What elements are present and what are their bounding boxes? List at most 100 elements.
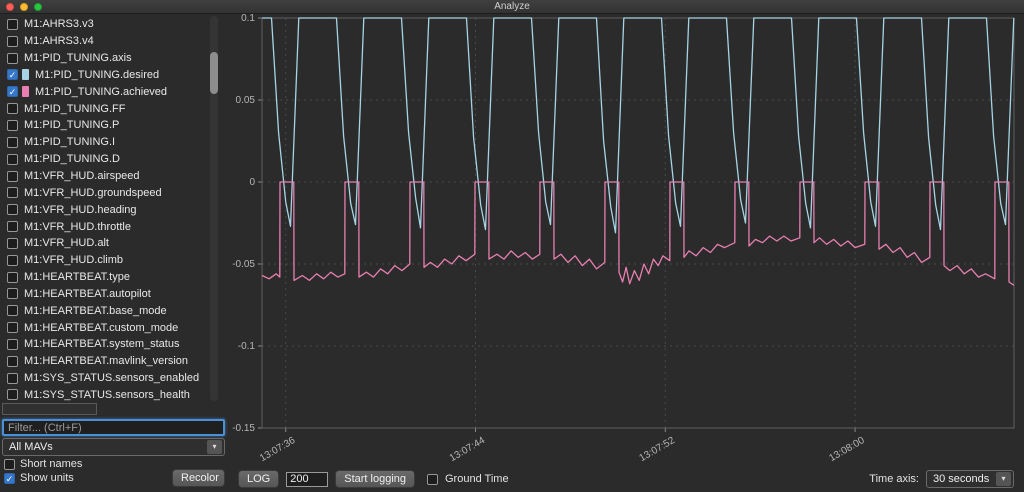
mav-selector-value: All MAVs bbox=[9, 441, 53, 453]
param-row[interactable]: M1:HEARTBEAT.type bbox=[2, 269, 208, 286]
param-row[interactable]: M1:PID_TUNING.I bbox=[2, 134, 208, 151]
series-line bbox=[262, 17, 1015, 234]
series-color-swatch bbox=[22, 86, 29, 98]
param-checkbox[interactable] bbox=[7, 372, 18, 384]
param-checkbox[interactable] bbox=[7, 271, 18, 283]
window-title: Analyze bbox=[494, 1, 530, 12]
param-row[interactable]: M1:VFR_HUD.airspeed bbox=[2, 168, 208, 185]
parameter-list[interactable]: M1:AHRS3.v3 M1:AHRS3.v4 M1:PID_TUNING.axis… bbox=[2, 16, 208, 401]
start-logging-button[interactable]: Start logging bbox=[335, 470, 415, 488]
param-row[interactable]: M1:PID_TUNING.FF bbox=[2, 100, 208, 117]
svg-text:-0.05: -0.05 bbox=[232, 259, 255, 270]
param-checkbox[interactable]: ✓ bbox=[7, 69, 18, 81]
show-units-label: Show units bbox=[20, 472, 74, 484]
param-row[interactable]: M1:HEARTBEAT.system_status bbox=[2, 336, 208, 353]
param-label: M1:VFR_HUD.airspeed bbox=[24, 170, 140, 183]
short-names-option[interactable]: Short names bbox=[4, 458, 82, 470]
parameter-panel: M1:AHRS3.v3 M1:AHRS3.v4 M1:PID_TUNING.axis… bbox=[0, 14, 232, 492]
param-checkbox[interactable] bbox=[7, 153, 18, 165]
param-row[interactable]: M1:AHRS3.v4 bbox=[2, 33, 208, 50]
param-checkbox[interactable] bbox=[7, 305, 18, 317]
show-units-checkbox[interactable]: ✓ bbox=[4, 472, 15, 484]
param-checkbox[interactable] bbox=[7, 187, 18, 199]
param-row[interactable]: M1:PID_TUNING.P bbox=[2, 117, 208, 134]
log-button[interactable]: LOG bbox=[238, 470, 280, 488]
filter-input[interactable] bbox=[2, 419, 225, 436]
param-row[interactable]: M1:SYS_STATUS.sensors_enabled bbox=[2, 370, 208, 387]
series-color-swatch bbox=[22, 69, 29, 81]
param-label: M1:PID_TUNING.axis bbox=[24, 52, 132, 65]
param-label: M1:VFR_HUD.climb bbox=[24, 254, 124, 267]
log-count-input[interactable] bbox=[286, 471, 329, 487]
short-names-label: Short names bbox=[20, 458, 83, 470]
svg-text:13:07:36: 13:07:36 bbox=[258, 435, 298, 464]
param-row[interactable]: M1:AHRS3.v3 bbox=[2, 16, 208, 33]
svg-text:13:07:52: 13:07:52 bbox=[638, 435, 678, 464]
series-line bbox=[261, 181, 1015, 286]
ground-time-label: Ground Time bbox=[445, 473, 509, 485]
param-checkbox[interactable] bbox=[7, 288, 18, 300]
chevron-down-icon: ▾ bbox=[996, 472, 1011, 486]
param-checkbox[interactable] bbox=[7, 322, 18, 334]
scrollbar-thumb[interactable] bbox=[210, 52, 218, 94]
chevron-down-icon: ▾ bbox=[207, 440, 222, 454]
param-row[interactable]: M1:PID_TUNING.D bbox=[2, 151, 208, 168]
param-checkbox[interactable]: ✓ bbox=[7, 86, 18, 98]
title-bar[interactable]: Analyze bbox=[0, 0, 1024, 14]
param-label: M1:VFR_HUD.groundspeed bbox=[24, 186, 162, 199]
param-label: M1:SYS_STATUS.sensors_enabled bbox=[24, 372, 200, 385]
param-row[interactable]: M1:HEARTBEAT.mavlink_version bbox=[2, 353, 208, 370]
chart-area: 0.1 0.05 0 -0.05 -0.1 -0.15 13:07:36 13:07:44 13… bbox=[232, 13, 1024, 492]
param-label: M1:PID_TUNING.desired bbox=[35, 68, 160, 81]
param-checkbox[interactable] bbox=[7, 103, 18, 115]
param-row[interactable]: M1:HEARTBEAT.base_mode bbox=[2, 302, 208, 319]
param-label: M1:HEARTBEAT.base_mode bbox=[24, 304, 167, 317]
short-names-checkbox[interactable] bbox=[4, 458, 15, 470]
param-row[interactable]: M1:HEARTBEAT.autopilot bbox=[2, 286, 208, 303]
svg-text:0.1: 0.1 bbox=[241, 13, 255, 24]
param-row[interactable]: M1:VFR_HUD.groundspeed bbox=[2, 184, 208, 201]
param-label: M1:HEARTBEAT.system_status bbox=[24, 338, 180, 351]
param-label: M1:VFR_HUD.alt bbox=[24, 237, 109, 250]
time-axis-label: Time axis: bbox=[869, 473, 919, 485]
param-checkbox[interactable] bbox=[7, 18, 18, 30]
param-checkbox[interactable] bbox=[7, 254, 18, 266]
show-units-option[interactable]: ✓ Show units bbox=[4, 472, 74, 484]
param-checkbox[interactable] bbox=[7, 237, 18, 249]
param-row[interactable]: M1:SYS_STATUS.sensors_health bbox=[2, 387, 208, 401]
param-row[interactable]: M1:VFR_HUD.throttle bbox=[2, 218, 208, 235]
param-row[interactable]: M1:PID_TUNING.axis bbox=[2, 50, 208, 67]
param-checkbox[interactable] bbox=[7, 119, 18, 131]
time-axis-selector[interactable]: 30 seconds ▾ bbox=[926, 470, 1014, 488]
param-checkbox[interactable] bbox=[7, 136, 18, 148]
svg-text:-0.1: -0.1 bbox=[238, 341, 256, 352]
mav-selector[interactable]: All MAVs ▾ bbox=[2, 438, 225, 456]
param-checkbox[interactable] bbox=[7, 355, 18, 367]
param-checkbox[interactable] bbox=[7, 170, 18, 182]
param-checkbox[interactable] bbox=[7, 338, 18, 350]
param-label: M1:PID_TUNING.D bbox=[24, 153, 120, 166]
param-row[interactable]: ✓ M1:PID_TUNING.desired bbox=[2, 67, 208, 84]
vertical-scrollbar[interactable] bbox=[210, 16, 218, 401]
param-checkbox[interactable] bbox=[7, 204, 18, 216]
param-checkbox[interactable] bbox=[7, 35, 18, 47]
param-label: M1:HEARTBEAT.autopilot bbox=[24, 287, 151, 300]
param-row[interactable]: M1:VFR_HUD.climb bbox=[2, 252, 208, 269]
recolor-button[interactable]: Recolor bbox=[172, 469, 225, 487]
param-label: M1:PID_TUNING.achieved bbox=[35, 85, 168, 98]
param-label: M1:AHRS3.v3 bbox=[24, 18, 94, 31]
param-checkbox[interactable] bbox=[7, 389, 18, 401]
line-chart[interactable]: 0.1 0.05 0 -0.05 -0.1 -0.1513:07:36 13:07:44 13… bbox=[232, 13, 1024, 464]
analyze-window: Analyze M1:AHRS3.v3 M1:AHRS3.v4 M1:PID_TUN… bbox=[0, 0, 1024, 492]
param-label: M1:AHRS3.v4 bbox=[24, 35, 94, 48]
param-checkbox[interactable] bbox=[7, 52, 18, 64]
param-checkbox[interactable] bbox=[7, 221, 18, 233]
param-row[interactable]: ✓ M1:PID_TUNING.achieved bbox=[2, 83, 208, 100]
param-row[interactable]: M1:HEARTBEAT.custom_mode bbox=[2, 319, 208, 336]
param-row[interactable]: M1:VFR_HUD.heading bbox=[2, 201, 208, 218]
param-row[interactable]: M1:VFR_HUD.alt bbox=[2, 235, 208, 252]
horizontal-scrollbar[interactable] bbox=[2, 403, 97, 415]
param-label: M1:VFR_HUD.heading bbox=[24, 203, 137, 216]
param-label: M1:PID_TUNING.P bbox=[24, 119, 120, 132]
ground-time-checkbox[interactable] bbox=[427, 473, 438, 485]
